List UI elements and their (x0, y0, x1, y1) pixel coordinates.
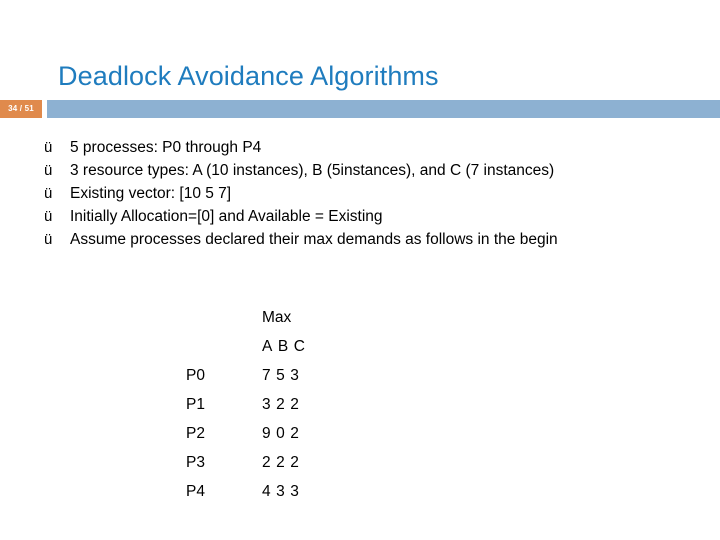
matrix-column-headers: ABC (262, 332, 305, 361)
cell-a: 3 (262, 396, 272, 413)
list-item-label: Existing vector: [10 5 7] (70, 185, 232, 202)
list-item-label: Assume processes declared their max dema… (70, 231, 558, 248)
page-title: Deadlock Avoidance Algorithms (58, 61, 439, 91)
cell-b: 2 (276, 454, 286, 471)
row-values: 433 (262, 477, 299, 506)
cell-c: 2 (290, 425, 300, 442)
cell-c: 2 (290, 396, 300, 413)
list-item-label: 5 processes: P0 through P4 (70, 139, 262, 156)
matrix-group-header-row: Max (186, 303, 305, 332)
cell-a: 7 (262, 367, 272, 384)
header-accent-bar (47, 100, 720, 118)
row-label: P2 (186, 425, 205, 442)
row-label: P0 (186, 367, 205, 384)
cell-b: 3 (276, 483, 286, 500)
list-item: ü Initially Allocation=[0] and Available… (44, 205, 720, 228)
table-row: P0 753 (186, 361, 305, 390)
row-label: P1 (186, 396, 205, 413)
cell-a: 2 (262, 454, 272, 471)
row-values: 902 (262, 419, 299, 448)
slide-canvas: Deadlock Avoidance Algorithms 34 / 51 ü … (0, 0, 720, 540)
cell-b: 5 (276, 367, 286, 384)
check-icon: ü (44, 139, 53, 156)
row-values: 222 (262, 448, 299, 477)
list-item: ü Assume processes declared their max de… (44, 228, 720, 251)
cell-b: 2 (276, 396, 286, 413)
column-header-a: A (262, 338, 273, 355)
cell-a: 9 (262, 425, 272, 442)
check-icon: ü (44, 185, 53, 202)
page-number-badge: 34 / 51 (0, 100, 42, 118)
column-header-c: C (293, 338, 306, 355)
column-header-b: B (277, 338, 289, 355)
list-item: ü 3 resource types: A (10 instances), B … (44, 159, 720, 182)
row-values: 753 (262, 361, 299, 390)
cell-c: 3 (290, 483, 300, 500)
bullet-list: ü 5 processes: P0 through P4 ü 3 resourc… (44, 136, 720, 251)
check-icon: ü (44, 208, 53, 225)
list-item-label: 3 resource types: A (10 instances), B (5… (70, 162, 555, 179)
check-icon: ü (44, 162, 53, 179)
matrix-group-header: Max (262, 309, 292, 326)
table-row: P1 322 (186, 390, 305, 419)
cell-c: 2 (290, 454, 300, 471)
table-row: P4 433 (186, 477, 305, 506)
matrix-column-header-row: ABC (186, 332, 305, 361)
row-label: P4 (186, 483, 205, 500)
cell-b: 0 (276, 425, 286, 442)
check-icon: ü (44, 231, 53, 248)
row-values: 322 (262, 390, 299, 419)
table-row: P3 222 (186, 448, 305, 477)
cell-c: 3 (290, 367, 300, 384)
list-item: ü 5 processes: P0 through P4 (44, 136, 720, 159)
list-item: ü Existing vector: [10 5 7] (44, 182, 720, 205)
row-label: P3 (186, 454, 205, 471)
max-demand-matrix: Max ABC P0 753 P1 322 P2 902 P3 2 2 2 P4… (186, 303, 305, 506)
cell-a: 4 (262, 483, 272, 500)
table-row: P2 902 (186, 419, 305, 448)
list-item-label: Initially Allocation=[0] and Available =… (70, 208, 383, 225)
